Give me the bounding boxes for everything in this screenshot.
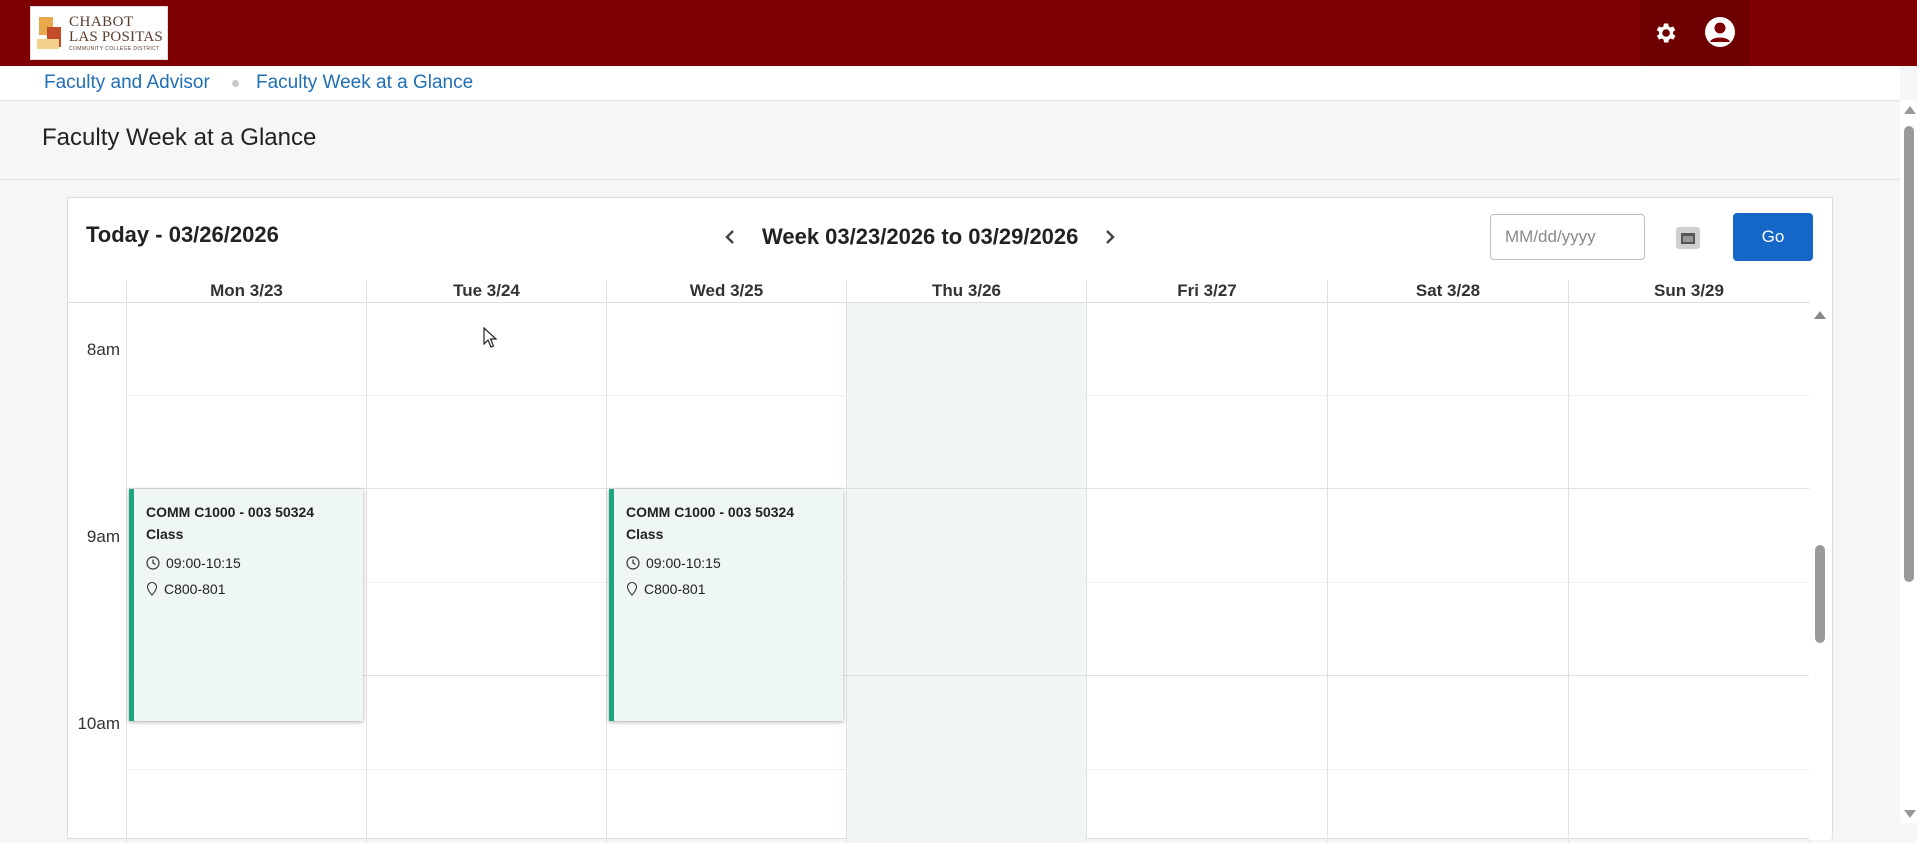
event-location: C800-801 [164,581,226,597]
day-header-fri: Fri 3/27 [1086,280,1327,302]
column-line [606,302,607,842]
hour-line [126,675,1809,676]
page-title: Faculty Week at a Glance [42,124,317,151]
scroll-thumb[interactable] [1815,545,1825,643]
chevron-right-icon [1106,230,1116,244]
column-line [1568,302,1569,842]
breadcrumb-week-at-a-glance[interactable]: Faculty Week at a Glance [256,72,473,94]
week-grid: Mon 3/23 Tue 3/24 Wed 3/25 Thu 3/26 Fri … [68,280,1832,843]
calendar-event[interactable]: COMM C1000 - 003 50324 Class 09:00-10:15… [609,489,843,721]
event-time: 09:00-10:15 [166,555,241,571]
gear-icon [1656,23,1676,43]
day-header-sun: Sun 3/29 [1568,280,1809,302]
event-title: COMM C1000 - 003 50324 [626,504,795,520]
half-hour-line [126,395,1809,396]
column-line [126,302,127,842]
scroll-up-icon[interactable] [1814,311,1826,319]
scroll-thumb[interactable] [1904,126,1914,582]
next-week-button[interactable] [1098,225,1122,249]
logo-line-2: LAS POSITAS [69,28,163,45]
breadcrumb-separator [232,80,239,87]
user-icon [1705,17,1735,47]
week-navigation: Week 03/23/2026 to 03/29/2026 [718,220,1122,254]
scroll-up-icon[interactable] [1904,106,1916,114]
mouse-cursor-icon [483,327,497,348]
divider [0,179,1900,180]
settings-button[interactable] [1646,14,1684,52]
column-line [366,302,367,842]
location-pin-icon [626,582,638,596]
clock-icon [626,556,640,570]
event-location: C800-801 [644,581,706,597]
logo-line-1: CHABOT [69,13,134,30]
calendar-card: Today - 03/26/2026 Week 03/23/2026 to 03… [67,197,1833,843]
date-input[interactable] [1490,214,1645,260]
time-label-8am: 8am [86,340,120,359]
day-header-thu: Thu 3/26 [846,280,1086,302]
event-type: Class [626,526,664,542]
top-bar: CHABOT LAS POSITAS COMMUNITY COLLEGE DIS… [0,0,1917,66]
location-pin-icon [146,582,158,596]
column-line [1327,302,1328,842]
user-profile-button[interactable] [1700,12,1740,52]
half-hour-line [126,582,1809,583]
calendar-event[interactable]: COMM C1000 - 003 50324 Class 09:00-10:15… [129,489,363,721]
calendar-picker-icon[interactable] [1676,227,1700,249]
logo-mark-icon [37,13,65,53]
chevron-left-icon [725,230,734,244]
column-line [846,302,847,842]
today-label: Today - 03/26/2026 [86,222,279,247]
go-button[interactable]: Go [1733,213,1813,261]
today-column-highlight [846,303,1086,843]
scroll-down-icon[interactable] [1904,810,1916,818]
event-type: Class [146,526,184,542]
logo-line-3: COMMUNITY COLLEGE DISTRICT [69,45,160,52]
event-title: COMM C1000 - 003 50324 [146,504,315,520]
time-label-9am: 9am [86,527,120,546]
event-time: 09:00-10:15 [646,555,721,571]
half-hour-line [126,769,1809,770]
calendar-scrollbar[interactable] [1809,303,1831,840]
day-header-sat: Sat 3/28 [1327,280,1568,302]
day-header-tue: Tue 3/24 [366,280,606,302]
page-scrollbar[interactable] [1900,100,1917,823]
day-header-wed: Wed 3/25 [606,280,846,302]
column-line [1086,302,1087,842]
week-range-label: Week 03/23/2026 to 03/29/2026 [762,224,1079,249]
time-label-10am: 10am [77,714,120,733]
college-logo[interactable]: CHABOT LAS POSITAS COMMUNITY COLLEGE DIS… [30,6,168,60]
previous-week-button[interactable] [718,225,742,249]
breadcrumb: Faculty and Advisor Faculty Week at a Gl… [0,66,1900,101]
day-header-mon: Mon 3/23 [126,280,366,302]
hour-line [126,488,1809,489]
clock-icon [146,556,160,570]
breadcrumb-faculty-and-advisor[interactable]: Faculty and Advisor [44,72,210,94]
